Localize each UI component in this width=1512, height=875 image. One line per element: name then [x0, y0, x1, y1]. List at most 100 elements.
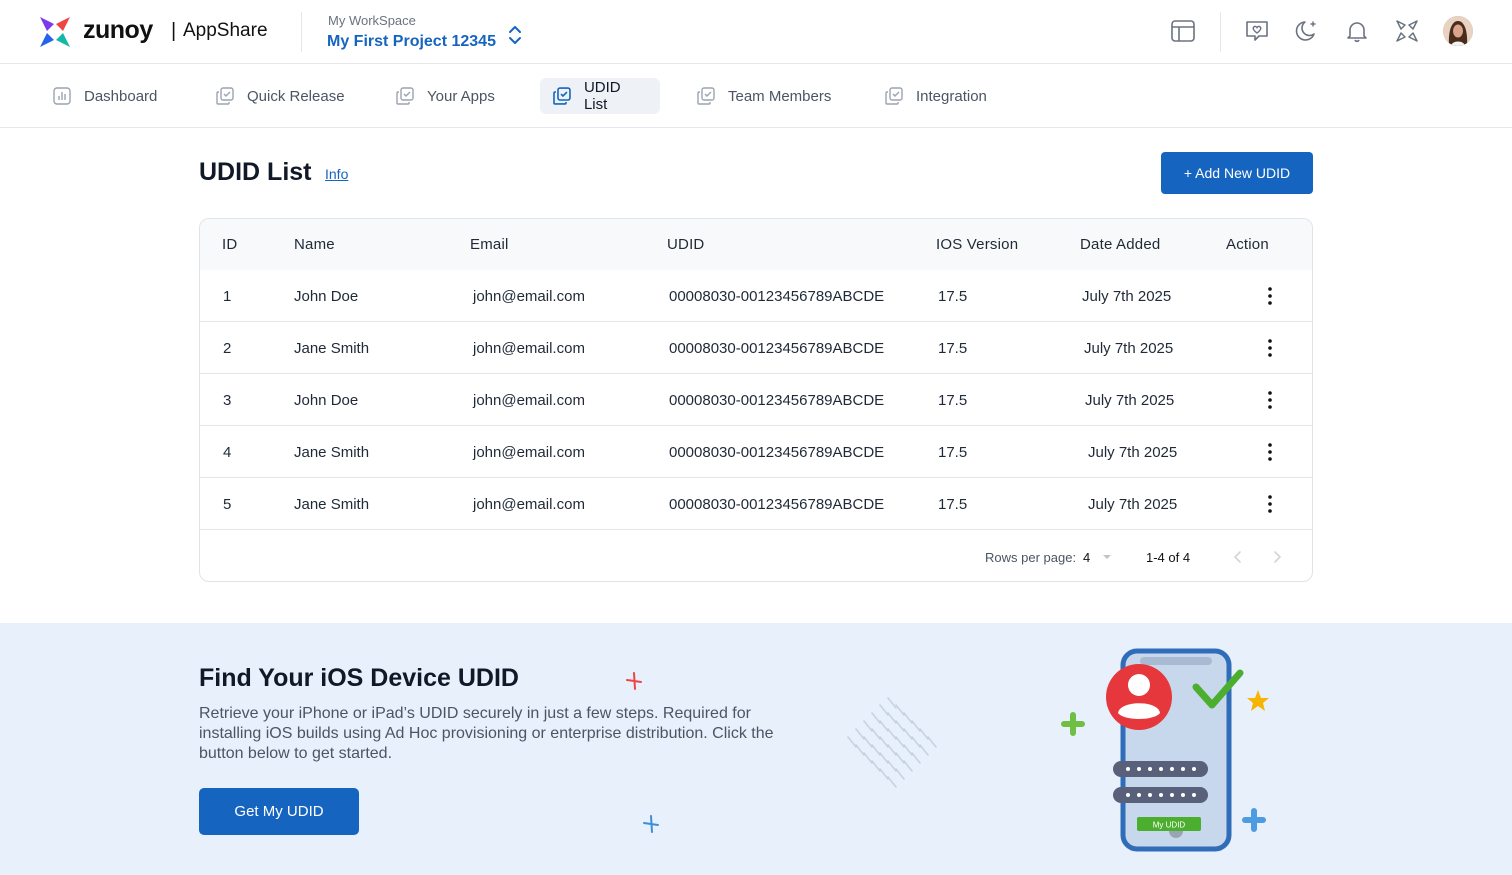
tab-label: Your Apps	[427, 87, 495, 105]
feedback-heart-icon[interactable]	[1244, 18, 1270, 44]
column-header-ios-version: IOS Version	[936, 236, 1019, 253]
cell-id: 2	[223, 340, 232, 357]
cell-name: John Doe	[294, 392, 359, 409]
next-page-icon[interactable]	[1267, 547, 1287, 567]
sparkle-icon	[643, 815, 659, 833]
row-actions-kebab-icon[interactable]	[1260, 336, 1280, 360]
row-actions-kebab-icon[interactable]	[1260, 388, 1280, 412]
cell-email: john@email.com	[473, 340, 585, 357]
cell-email: john@email.com	[473, 288, 585, 305]
rows-per-page-value: 4	[1083, 550, 1091, 565]
rows-per-page-label: Rows per page:	[985, 550, 1077, 565]
pagination-range: 1-4 of 4	[1146, 550, 1191, 565]
tab-label: UDID List	[583, 79, 621, 113]
find-udid-banner: Find Your iOS Device UDID Retrieve your …	[0, 623, 1512, 875]
tab-quick-release[interactable]: Quick Release	[203, 78, 357, 114]
tab-label: Quick Release	[247, 87, 345, 105]
previous-page-icon[interactable]	[1228, 547, 1248, 567]
cell-name: Jane Smith	[294, 496, 370, 513]
copy-check-icon	[216, 87, 234, 105]
tab-label: Integration	[916, 87, 987, 105]
tab-integration[interactable]: Integration	[872, 78, 999, 114]
add-new-udid-button[interactable]: + Add New UDID	[1161, 152, 1313, 194]
column-header-udid: UDID	[667, 236, 705, 253]
column-header-name: Name	[294, 236, 335, 253]
udid-table: ID Name Email UDID IOS Version Date Adde…	[199, 218, 1313, 582]
table-row: 3 John Doe john@email.com 00008030-00123…	[200, 374, 1312, 426]
row-actions-kebab-icon[interactable]	[1260, 284, 1280, 308]
copy-check-icon	[697, 87, 715, 105]
tab-dashboard[interactable]: Dashboard	[40, 78, 169, 114]
user-avatar[interactable]	[1443, 16, 1473, 46]
cell-ios-version: 17.5	[938, 288, 968, 305]
apps-grid-icon[interactable]	[1394, 18, 1420, 44]
bar-chart-icon	[53, 87, 71, 105]
plus-icon	[1242, 808, 1266, 832]
product-name: AppShare	[183, 20, 268, 41]
cell-name: Jane Smith	[294, 444, 370, 461]
get-my-udid-button[interactable]: Get My UDID	[199, 788, 359, 835]
cell-id: 5	[223, 496, 232, 513]
cell-ios-version: 17.5	[938, 392, 968, 409]
phone-udid-illustration: My UDID	[1061, 648, 1269, 852]
cell-ios-version: 17.5	[938, 340, 968, 357]
table-pagination: Rows per page: 4 1-4 of 4	[200, 531, 1312, 581]
cell-id: 1	[223, 288, 232, 305]
workspace-name[interactable]: My First Project 12345	[327, 33, 496, 51]
cell-email: john@email.com	[473, 392, 585, 409]
tab-team-members[interactable]: Team Members	[684, 78, 843, 114]
rows-per-page-select[interactable]: 4	[1080, 546, 1118, 570]
row-actions-kebab-icon[interactable]	[1260, 440, 1280, 464]
layout-icon[interactable]	[1170, 18, 1196, 44]
zunoy-logo-icon[interactable]	[38, 15, 72, 49]
banner-description: Retrieve your iPhone or iPad’s UDID secu…	[199, 705, 774, 762]
main-navigation-tabs: Dashboard Quick Release Your Apps UDID L…	[0, 64, 1512, 128]
header-divider	[301, 12, 302, 52]
cell-name: John Doe	[294, 288, 359, 305]
row-actions-kebab-icon[interactable]	[1260, 492, 1280, 516]
cell-udid: 00008030-00123456789ABCDE	[669, 496, 885, 513]
tab-your-apps[interactable]: Your Apps	[383, 78, 507, 114]
cell-date-added: July 7th 2025	[1088, 496, 1178, 513]
tab-label: Dashboard	[84, 87, 158, 105]
workspace-label: My WorkSpace	[328, 13, 416, 28]
cell-email: john@email.com	[473, 496, 585, 513]
cell-udid: 00008030-00123456789ABCDE	[669, 392, 885, 409]
cell-ios-version: 17.5	[938, 444, 968, 461]
brand-name: zunoy	[83, 16, 153, 44]
copy-check-icon	[885, 87, 903, 105]
table-row: 5 Jane Smith john@email.com 00008030-001…	[200, 478, 1312, 530]
table-header: ID Name Email UDID IOS Version Date Adde…	[200, 219, 1312, 270]
column-header-date-added: Date Added	[1080, 236, 1161, 253]
column-header-action: Action	[1226, 236, 1269, 253]
cell-name: Jane Smith	[294, 340, 370, 357]
table-row: 1 John Doe john@email.com 00008030-00123…	[200, 270, 1312, 322]
banner-title: Find Your iOS Device UDID	[199, 664, 519, 692]
tab-label: Team Members	[728, 87, 832, 105]
cell-udid: 00008030-00123456789ABCDE	[669, 288, 885, 305]
cell-date-added: July 7th 2025	[1082, 288, 1172, 305]
table-row: 4 Jane Smith john@email.com 00008030-001…	[200, 426, 1312, 478]
cell-id: 4	[223, 444, 232, 461]
cell-date-added: July 7th 2025	[1084, 340, 1174, 357]
cell-udid: 00008030-00123456789ABCDE	[669, 444, 885, 461]
header-divider	[1220, 12, 1221, 52]
table-row: 2 Jane Smith john@email.com 00008030-001…	[200, 322, 1312, 374]
cell-date-added: July 7th 2025	[1085, 392, 1175, 409]
page-title: UDID List	[199, 158, 312, 186]
workspace-switch-chevron-icon[interactable]	[505, 24, 525, 46]
cell-ios-version: 17.5	[938, 496, 968, 513]
cell-id: 3	[223, 392, 232, 409]
cell-email: john@email.com	[473, 444, 585, 461]
chevron-down-icon	[1103, 555, 1111, 559]
copy-check-icon	[396, 87, 414, 105]
top-header: zunoy | AppShare My WorkSpace My First P…	[0, 0, 1512, 64]
info-link[interactable]: Info	[325, 166, 348, 182]
brand-separator: |	[171, 20, 177, 42]
tab-udid-list[interactable]: UDID List	[540, 78, 660, 114]
sparkle-icon	[626, 672, 642, 690]
column-header-id: ID	[222, 236, 238, 253]
notification-bell-icon[interactable]	[1344, 18, 1370, 44]
dark-mode-icon[interactable]	[1294, 18, 1320, 44]
copy-check-icon	[553, 87, 571, 105]
